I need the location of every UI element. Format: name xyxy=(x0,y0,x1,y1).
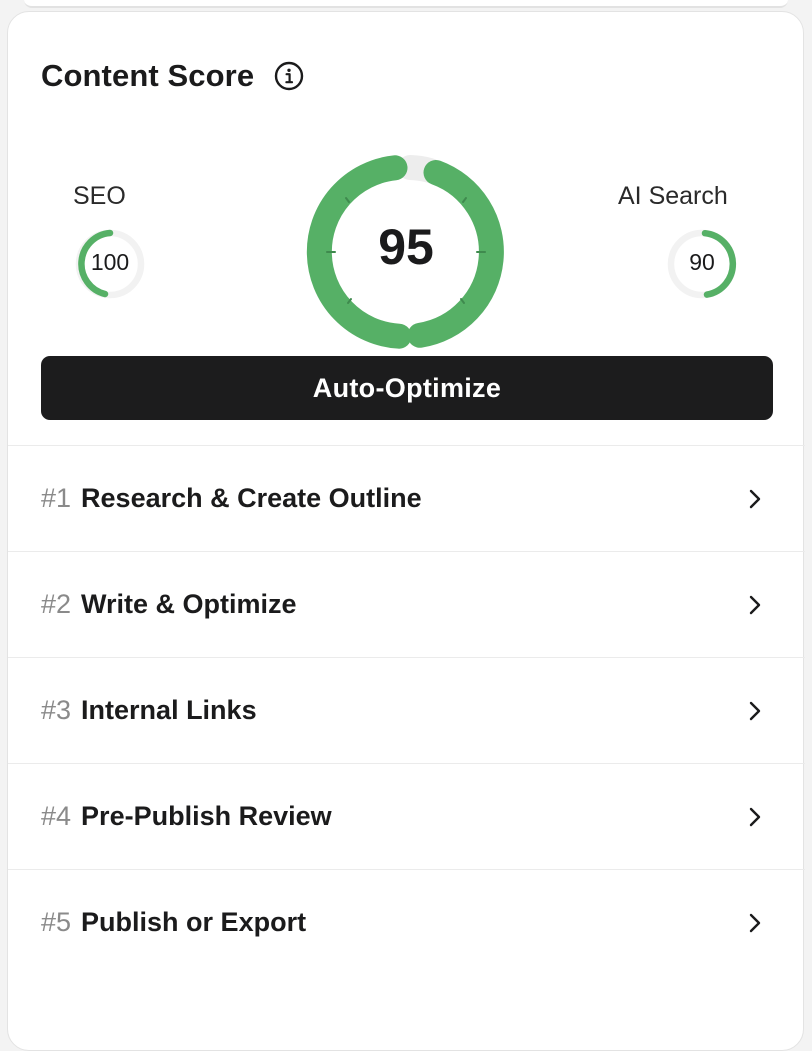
step-write-optimize[interactable]: #2 Write & Optimize xyxy=(8,551,805,657)
chevron-right-icon xyxy=(749,807,761,826)
previous-panel-edge xyxy=(24,0,788,8)
content-score-panel: Content Score SEO 100 AI Search 90 95 Au… xyxy=(7,11,805,1051)
panel-title: Content Score xyxy=(41,58,255,93)
step-number: #4 xyxy=(41,801,72,831)
seo-score-value: 100 xyxy=(90,249,130,275)
chevron-right-icon xyxy=(749,595,761,614)
step-internal-links[interactable]: #3 Internal Links xyxy=(8,657,805,763)
ai-search-score-value: 90 xyxy=(689,249,715,275)
step-number: #1 xyxy=(41,483,72,513)
ai-search-label: AI Search xyxy=(618,182,728,210)
step-label: Internal Links xyxy=(81,695,257,725)
step-label: Research & Create Outline xyxy=(81,483,422,513)
step-label: Pre-Publish Review xyxy=(81,801,332,831)
step-label: Publish or Export xyxy=(81,907,307,937)
step-number: #2 xyxy=(41,589,72,619)
chevron-right-icon xyxy=(749,913,761,932)
chevron-right-icon xyxy=(749,701,761,720)
info-icon[interactable] xyxy=(274,61,304,91)
step-pre-publish-review[interactable]: #4 Pre-Publish Review xyxy=(8,763,805,869)
workflow-steps-list: #1 Research & Create Outline #2 Write & … xyxy=(8,445,805,975)
overall-score-value: 95 xyxy=(378,219,434,275)
step-research-outline[interactable]: #1 Research & Create Outline xyxy=(8,445,805,551)
step-publish-export[interactable]: #5 Publish or Export xyxy=(8,869,805,975)
panel-header: Content Score xyxy=(41,58,304,94)
step-label: Write & Optimize xyxy=(81,589,297,619)
chevron-right-icon xyxy=(749,489,761,508)
step-number: #5 xyxy=(41,907,72,937)
auto-optimize-button[interactable]: Auto-Optimize xyxy=(41,356,773,420)
seo-label: SEO xyxy=(73,182,126,210)
step-number: #3 xyxy=(41,695,72,725)
